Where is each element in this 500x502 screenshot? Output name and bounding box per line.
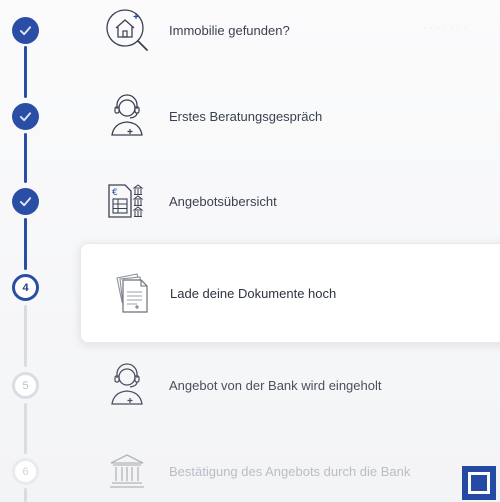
step-6-row[interactable]: Bestätigung des Angebots durch die Bank — [90, 444, 500, 498]
checkmark-icon — [19, 112, 32, 122]
step-4-indicator: 4 — [12, 274, 39, 301]
progress-connector — [24, 305, 27, 367]
step-2-row[interactable]: Erstes Beratungsgespräch — [90, 89, 500, 143]
floating-action-button[interactable] — [462, 466, 496, 500]
step-2-label: Erstes Beratungsgespräch — [169, 108, 323, 124]
progress-track: 4 5 6 — [0, 0, 60, 502]
offer-overview-icon: € — [100, 174, 154, 228]
checkmark-icon — [19, 26, 32, 36]
step-5-row[interactable]: Angebot von der Bank wird eingeholt — [90, 358, 500, 412]
house-search-icon — [100, 3, 154, 57]
step-3-label: Angebotsübersicht — [169, 193, 277, 209]
progress-connector — [24, 218, 27, 270]
advisor-headset-icon — [100, 358, 154, 412]
step-4-label: Lade deine Dokumente hoch — [170, 286, 337, 301]
progress-connector — [24, 403, 27, 454]
step-3-indicator — [12, 188, 39, 215]
step-1-row[interactable]: Immobilie gefunden? — [90, 3, 500, 57]
advisor-headset-icon — [100, 89, 154, 143]
step-1-label: Immobilie gefunden? — [169, 22, 290, 38]
progress-connector — [24, 488, 27, 502]
step-5-label: Angebot von der Bank wird eingeholt — [169, 377, 382, 393]
checkmark-icon — [19, 197, 32, 207]
step-3-row[interactable]: € Angebotsübersicht — [90, 174, 500, 228]
step-5-indicator: 5 — [12, 372, 39, 399]
step-6-indicator: 6 — [12, 458, 39, 485]
progress-connector — [24, 133, 27, 183]
step-6-label: Bestätigung des Angebots durch die Bank — [169, 463, 411, 479]
step-2-indicator — [12, 103, 39, 130]
progress-connector — [24, 46, 27, 98]
bank-icon — [100, 444, 154, 498]
documents-icon — [107, 266, 161, 320]
step-1-indicator — [12, 17, 39, 44]
square-icon — [468, 472, 490, 494]
current-step-card[interactable]: Lade deine Dokumente hoch — [80, 243, 500, 343]
svg-text:€: € — [112, 188, 118, 198]
